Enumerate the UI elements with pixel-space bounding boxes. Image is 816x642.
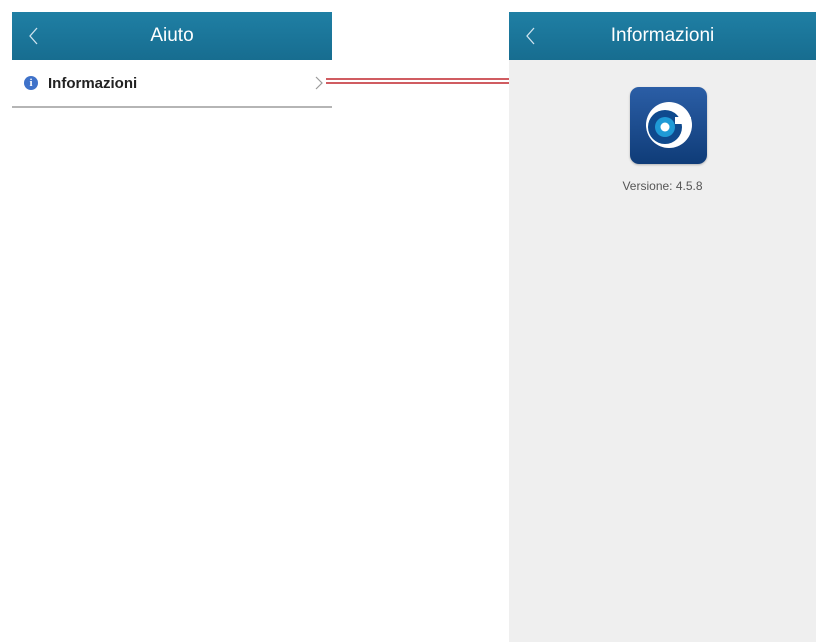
app-bar: Informazioni: [509, 12, 816, 60]
back-button[interactable]: [509, 12, 553, 60]
flow-connector: [326, 78, 509, 84]
about-screen: Informazioni Versione: 4.5.8: [509, 12, 816, 642]
list-item-informazioni[interactable]: i Informazioni: [12, 60, 332, 108]
chevron-left-icon: [526, 27, 535, 45]
page-title: Informazioni: [610, 25, 715, 46]
app-logo-icon: [630, 87, 707, 164]
help-screen: Aiuto i Informazioni: [12, 12, 332, 642]
version-label: Versione: 4.5.8: [622, 179, 703, 193]
list-item-label: Informazioni: [48, 74, 138, 92]
chevron-left-icon: [29, 27, 38, 45]
app-bar: Aiuto: [12, 12, 332, 60]
chevron-right-icon: [315, 76, 323, 90]
back-button[interactable]: [12, 12, 56, 60]
info-icon: i: [24, 76, 38, 90]
page-title: Aiuto: [150, 25, 194, 46]
